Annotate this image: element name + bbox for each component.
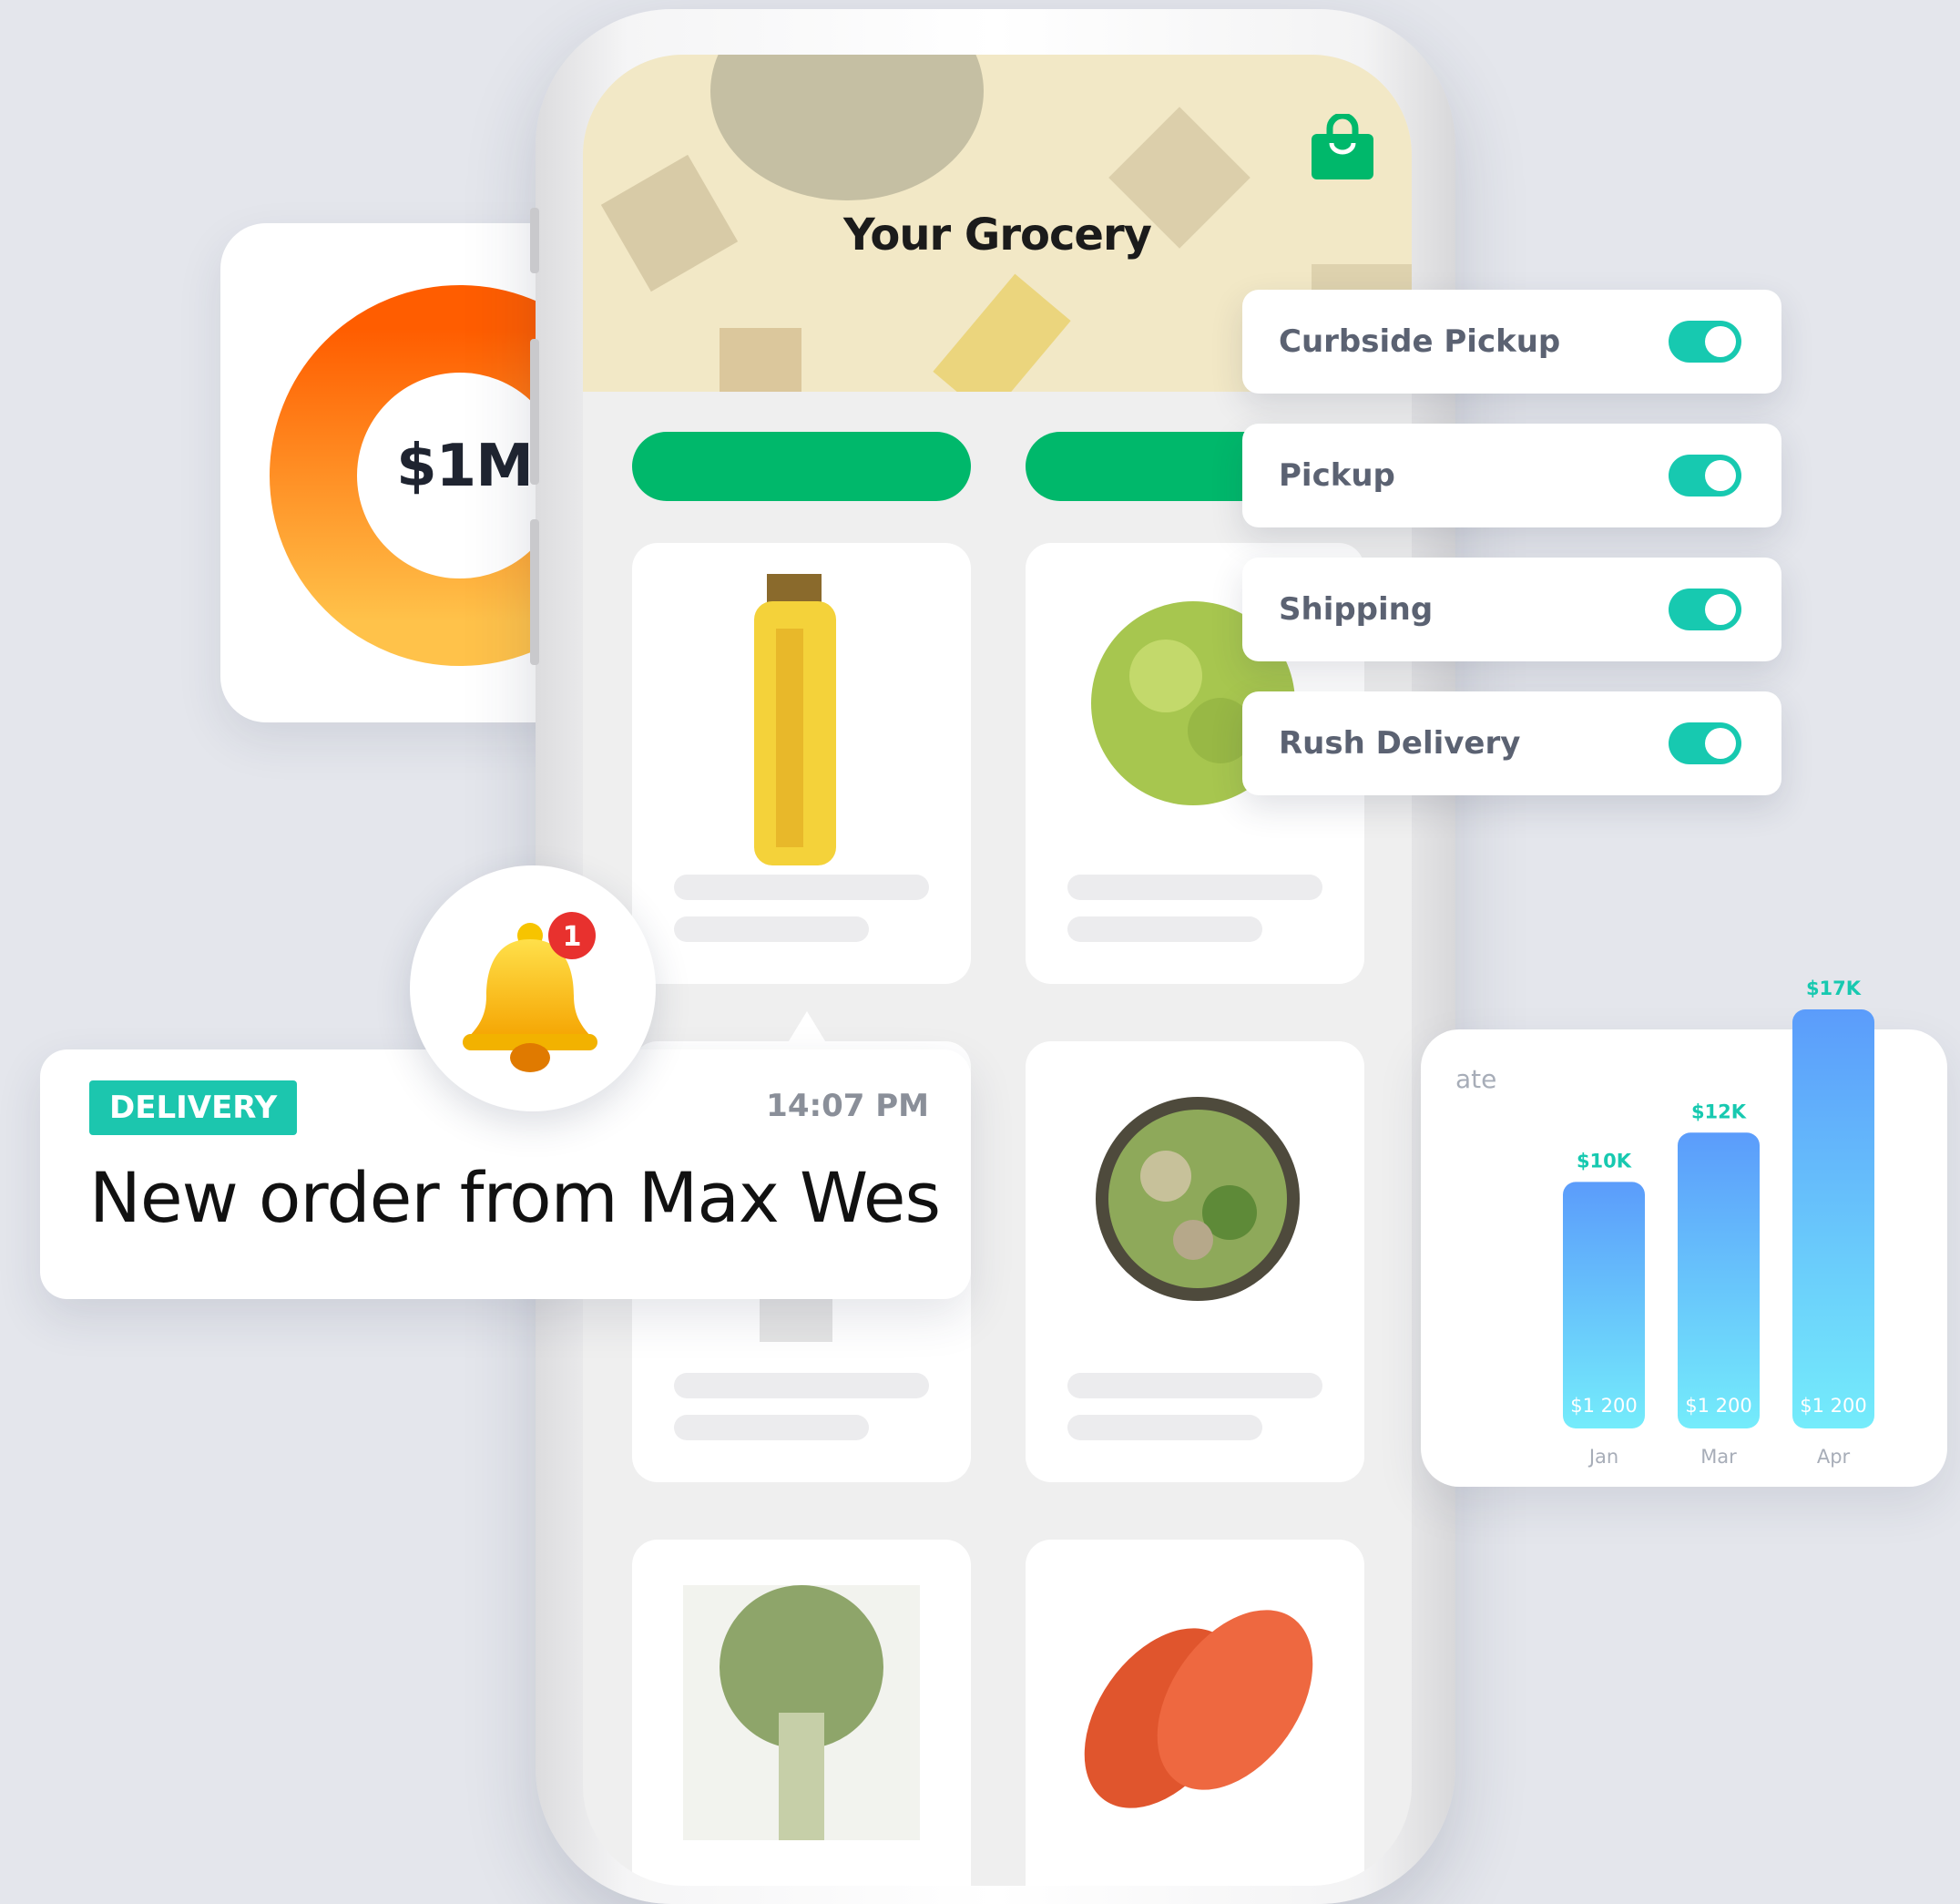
curbside-pickup-toggle[interactable] — [1669, 321, 1741, 363]
product-card[interactable] — [1026, 1540, 1364, 1886]
phone-mute-switch — [530, 208, 539, 273]
product-card[interactable] — [632, 543, 971, 984]
bar-inner-label: $1 200 — [1800, 1395, 1866, 1417]
notification-message: New order from Max Wes — [89, 1157, 941, 1238]
delivery-option-pickup: Pickup — [1242, 424, 1781, 527]
delivery-option-shipping: Shipping — [1242, 558, 1781, 661]
category-pill-1[interactable] — [632, 432, 971, 501]
delivery-option-curbside-pickup: Curbside Pickup — [1242, 290, 1781, 394]
rush-delivery-toggle[interactable] — [1669, 722, 1741, 764]
product-image-oil-bottle — [754, 574, 836, 865]
x-tick-label: Apr — [1817, 1446, 1851, 1468]
delivery-option-rush-delivery: Rush Delivery — [1242, 691, 1781, 795]
product-card[interactable] — [1026, 1041, 1364, 1482]
bar-value-label: $17K — [1806, 978, 1862, 999]
delivery-option-label: Curbside Pickup — [1279, 323, 1561, 360]
shipping-toggle[interactable] — [1669, 589, 1741, 630]
bar-apr — [1792, 1009, 1874, 1428]
bell-icon: 1 — [463, 912, 597, 1072]
shopping-bag-icon[interactable] — [1312, 114, 1373, 179]
delivery-option-label: Pickup — [1279, 457, 1395, 494]
bar-inner-label: $1 200 — [1570, 1395, 1637, 1417]
phone-volume-down-button — [530, 519, 539, 665]
bar-jan — [1563, 1182, 1645, 1428]
delivery-option-label: Shipping — [1279, 591, 1434, 628]
product-image-broccoli — [683, 1585, 920, 1840]
x-tick-label: Mar — [1700, 1446, 1737, 1468]
product-image-salad-bowl — [1096, 1097, 1300, 1301]
bar-value-label: $10K — [1577, 1150, 1632, 1172]
bar-inner-label: $1 200 — [1685, 1395, 1751, 1417]
product-card[interactable] — [632, 1540, 971, 1886]
notification-count: 1 — [563, 921, 582, 953]
notification-type-badge: DELIVERY — [89, 1080, 298, 1135]
pickup-toggle[interactable] — [1669, 455, 1741, 496]
delivery-option-label: Rush Delivery — [1279, 725, 1521, 762]
store-title: Your Grocery — [843, 210, 1152, 261]
product-image-salmon — [1084, 1610, 1313, 1808]
notification-time: 14:07 PM — [766, 1088, 929, 1124]
revenue-bar-chart: $10K $1 200 Jan $12K $1 200 Mar $17K $1 200 Apr — [1563, 978, 1874, 1468]
bar-value-label: $12K — [1691, 1100, 1747, 1122]
notification-pointer — [781, 1011, 832, 1053]
phone-volume-up-button — [530, 339, 539, 485]
x-tick-label: Jan — [1587, 1446, 1618, 1468]
bar-mar — [1678, 1132, 1760, 1428]
